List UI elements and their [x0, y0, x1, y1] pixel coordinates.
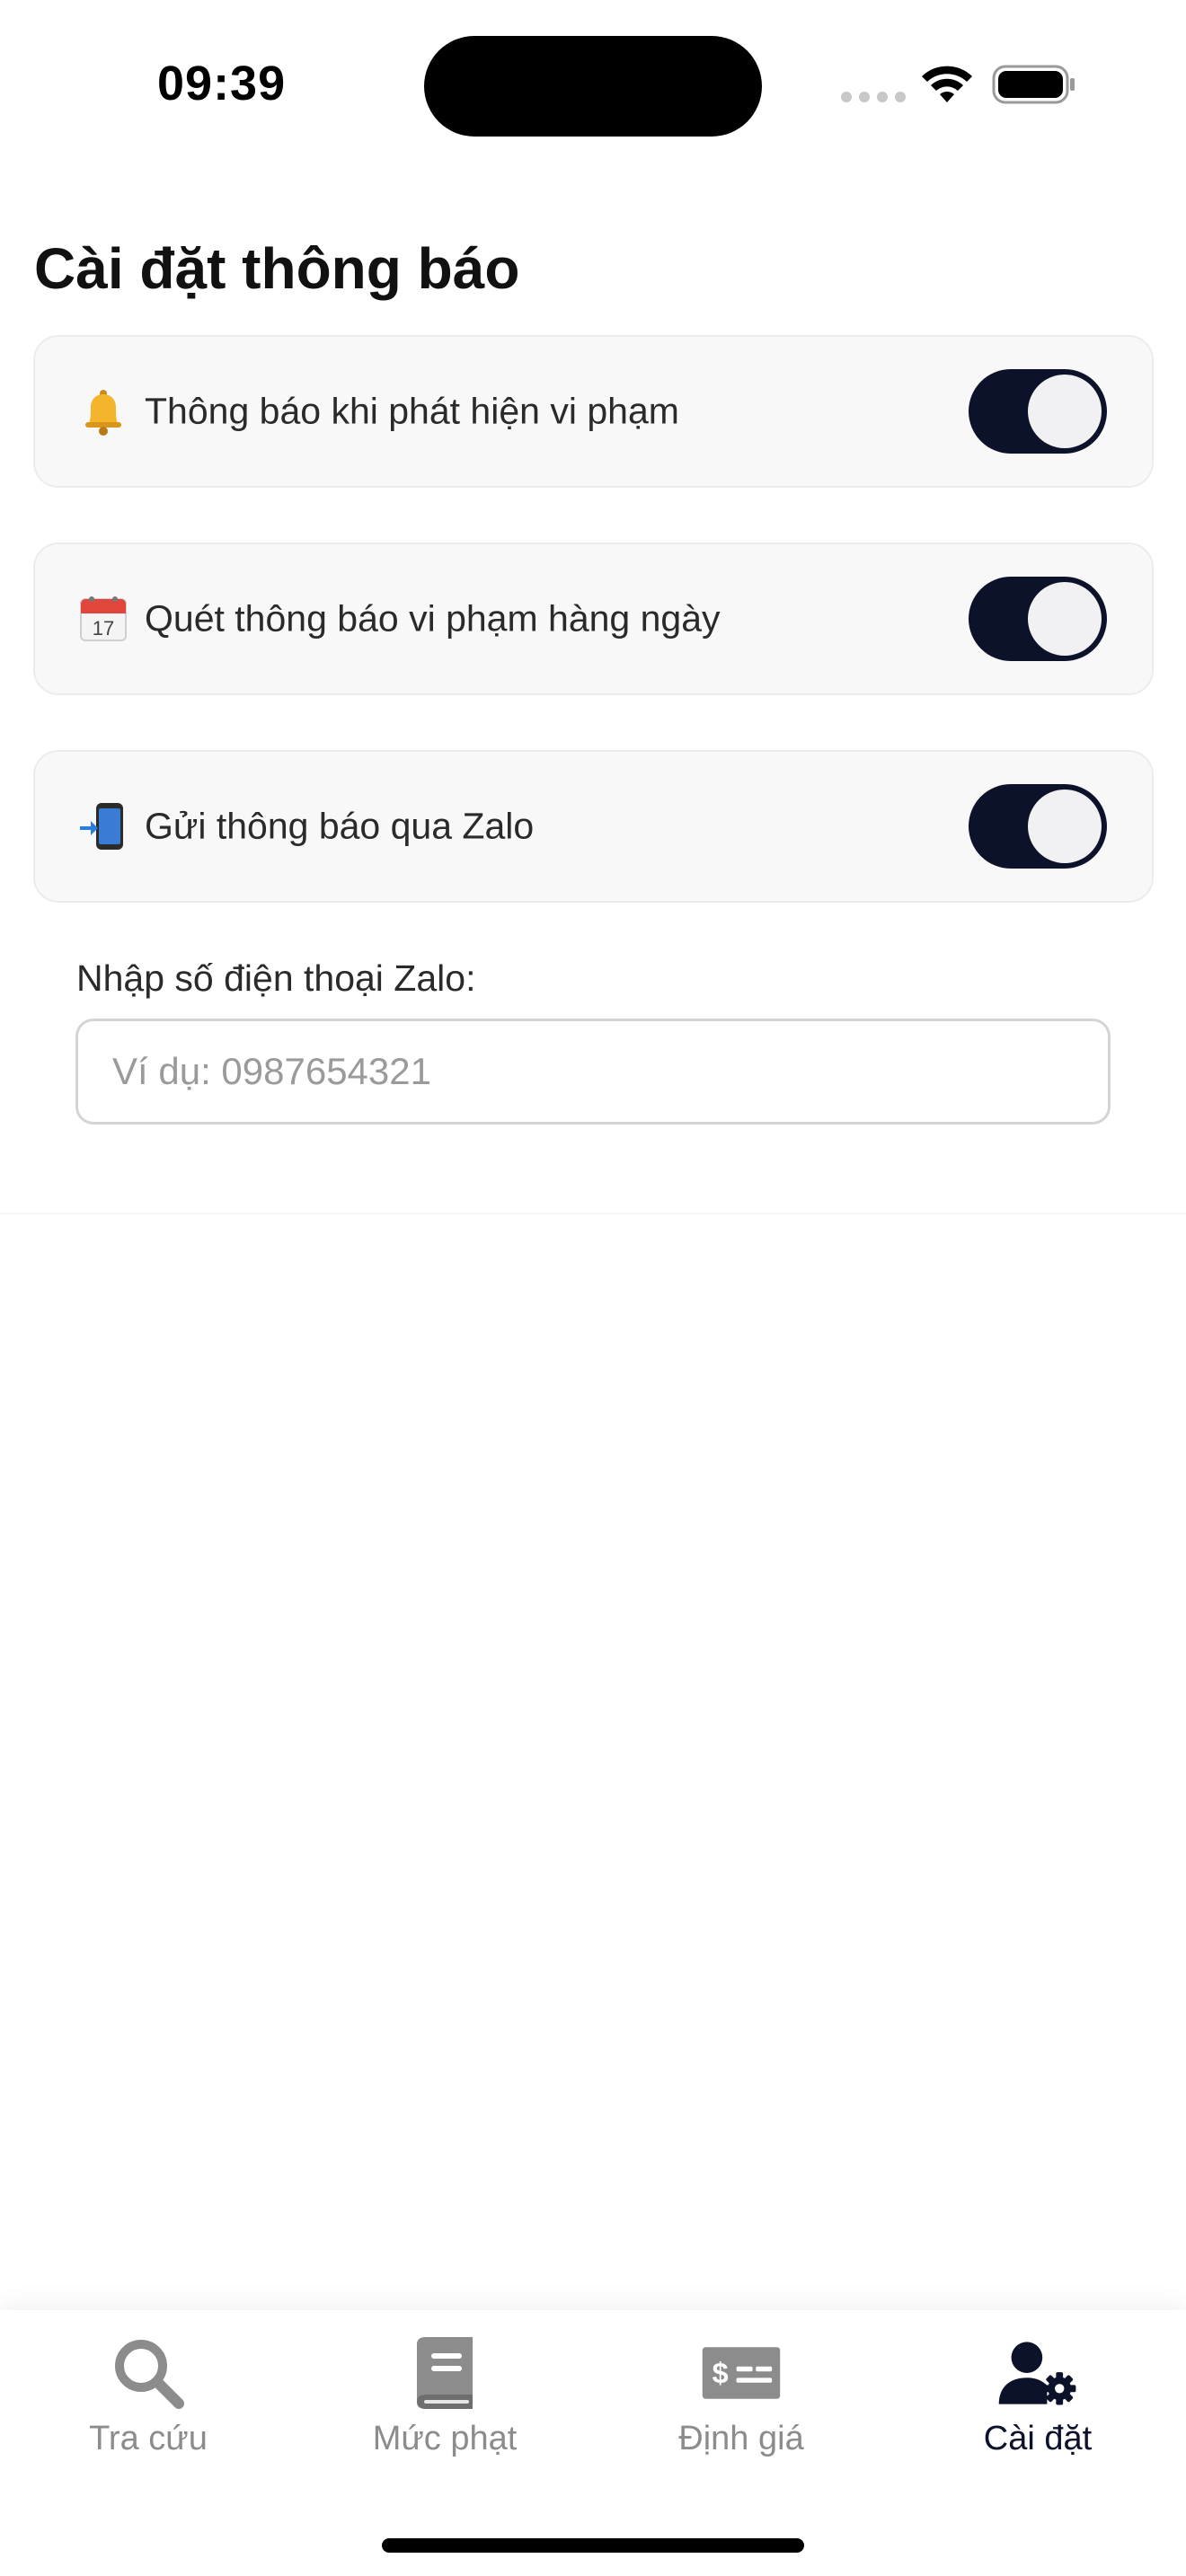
zalo-phone-input[interactable] — [75, 1019, 1111, 1125]
setting-card-daily-scan: 17 Quét thông báo vi phạm hàng ngày — [33, 543, 1154, 695]
tab-label: Mức phạt — [372, 2420, 518, 2457]
zalo-toggle[interactable] — [969, 784, 1107, 869]
setting-label: Quét thông báo vi phạm hàng ngày — [145, 597, 721, 640]
tab-tra-cuu[interactable]: Tra cứu — [0, 2310, 296, 2499]
settings-screen: 09:39 Cài đặt thông báo Thông báo khi ph… — [0, 0, 1186, 2576]
tab-label: Tra cứu — [89, 2420, 208, 2457]
setting-card-violation-alert: Thông báo khi phát hiện vi phạm — [33, 335, 1154, 488]
svg-text:$: $ — [712, 2357, 729, 2389]
zalo-phone-label: Nhập số điện thoại Zalo: — [76, 957, 476, 999]
user-gear-icon — [998, 2342, 1076, 2405]
status-time: 09:39 — [157, 57, 287, 110]
tab-label: Định giá — [678, 2420, 804, 2457]
status-bar: 09:39 — [0, 0, 1186, 171]
bell-emoji-icon — [85, 390, 121, 436]
cellular-signal-icon — [841, 92, 906, 102]
toggle-knob — [1028, 582, 1102, 656]
toggle-knob — [1028, 790, 1102, 863]
setting-label: Thông báo khi phát hiện vi phạm — [145, 390, 679, 432]
bottom-tab-bar: Tra cứu Mức phạt $ Định giá Cài đặt — [0, 2310, 1186, 2576]
tab-muc-phat[interactable]: Mức phạt — [296, 2310, 593, 2499]
violation-alert-toggle[interactable] — [969, 369, 1107, 454]
tab-dinh-gia[interactable]: $ Định giá — [593, 2310, 890, 2499]
search-icon — [115, 2340, 184, 2409]
home-indicator[interactable] — [382, 2538, 804, 2553]
setting-label: Gửi thông báo qua Zalo — [145, 805, 535, 847]
daily-scan-toggle[interactable] — [969, 577, 1107, 661]
toggle-knob — [1028, 375, 1102, 448]
phone-arrow-emoji-icon — [80, 803, 123, 850]
svg-text:17: 17 — [93, 617, 114, 640]
page-title: Cài đặt thông báo — [34, 236, 520, 301]
tab-cai-dat[interactable]: Cài đặt — [890, 2310, 1186, 2499]
dynamic-island — [424, 36, 762, 137]
book-icon — [417, 2337, 473, 2409]
tab-label: Cài đặt — [983, 2420, 1093, 2457]
wifi-icon — [922, 66, 972, 102]
money-bill-icon: $ — [702, 2347, 781, 2399]
setting-card-zalo: Gửi thông báo qua Zalo — [33, 750, 1154, 903]
content-divider — [0, 1213, 1186, 1214]
calendar-emoji-icon: 17 — [80, 596, 127, 641]
battery-icon — [992, 65, 1075, 104]
